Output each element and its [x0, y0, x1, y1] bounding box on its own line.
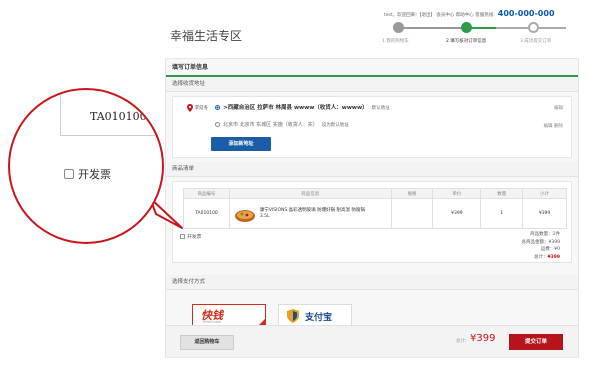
- col-subtotal: 小计: [522, 188, 567, 199]
- col-code: 商品编号: [183, 188, 230, 199]
- set-default-link[interactable]: 设为默认地址: [322, 123, 349, 128]
- magnifier-circle: TA010100 开发票: [8, 88, 164, 244]
- checkout-page: test，欢迎回来!【退出】 会员中心 帮助中心 客服热线: 400-000-00…: [0, 0, 590, 370]
- address-radio-1[interactable]: [215, 105, 221, 110]
- payment-box: 快钱 99bill.com 支付宝: [166, 290, 578, 330]
- 99bill-logo-sub: 99bill.com: [203, 320, 222, 324]
- pay-option-99bill[interactable]: 快钱 99bill.com: [192, 304, 266, 326]
- back-to-cart-button[interactable]: 返回购物车: [180, 335, 234, 350]
- summary-total-label: 总计：: [533, 254, 548, 260]
- goods-box: 商品编号 商品信息 规格 单价 数量 小计 TA010100 康宁VISIONS…: [172, 181, 572, 263]
- address-box: 李延冬 >西藏自治区 拉萨市 林周县 wwww（收货人：wwww） 默认地址 编辑 …: [172, 96, 572, 158]
- footer-total-label: 总计:: [456, 339, 467, 344]
- row-qty: 1: [480, 198, 524, 229]
- zoom-invoice-checkbox: [64, 169, 74, 179]
- add-address-button[interactable]: 添加新地址: [211, 137, 271, 151]
- default-address-label: 默认地址: [371, 106, 390, 111]
- address-section-title: 选择收货地址: [166, 77, 578, 92]
- hotline-number: 400-000-000: [497, 9, 555, 18]
- goods-table: 商品编号 商品信息 规格 单价 数量 小计 TA010100 康宁VISIONS…: [183, 188, 567, 229]
- order-panel: 填写订单信息 选择收货地址 李延冬 >西藏自治区 拉萨市 林周县 wwww（收货人…: [165, 58, 579, 358]
- row-product: 康宁VISIONS 晶彩透明玻璃 防爆好锅 耐高温 防腐锅 3.5L: [228, 198, 392, 229]
- address-option-2[interactable]: 北京市 北京市 东城区 实施（收货人：实） 设为默认地址: [187, 121, 349, 128]
- panel-heading: 填写订单信息: [166, 59, 578, 77]
- address-name: 李延冬: [194, 106, 209, 111]
- payment-section-title: 选择支付方式: [166, 275, 578, 290]
- top-links: test，欢迎回来!【退出】 会员中心 帮助中心 客服热线: 400-000-00…: [384, 9, 555, 18]
- location-pin-icon: [187, 103, 193, 112]
- edit-delete-links[interactable]: 编辑 删除: [544, 123, 563, 129]
- order-summary: 商品数量：1件 总商品金额：¥399 运费：¥0 总计：¥399: [522, 231, 560, 261]
- alipay-logo-text: 支付宝: [305, 313, 333, 323]
- address-option-1[interactable]: 李延冬 >西藏自治区 拉萨市 林周县 wwww（收货人：wwww） 默认地址: [187, 103, 390, 112]
- footer-total: ¥399: [470, 333, 496, 344]
- address-radio-2[interactable]: [215, 122, 220, 127]
- col-price: 单价: [432, 188, 482, 199]
- address-detail-1: >西藏自治区 拉萨市 林周县 wwww（收货人：wwww）: [223, 105, 368, 111]
- invoice-option[interactable]: 开发票: [180, 233, 201, 240]
- col-info: 商品信息: [228, 188, 392, 199]
- step-label-cart: 1.我的购物车: [382, 39, 409, 44]
- page-title: 幸福生活专区: [170, 29, 243, 43]
- alipay-shield-icon: [287, 309, 299, 323]
- summary-count: 商品数量：1件: [530, 232, 560, 237]
- step-label-done: 3.成功提交订单: [520, 39, 552, 44]
- row-spec: [390, 198, 434, 229]
- table-row: TA010100 康宁VISIONS 晶彩透明玻璃 防爆好锅 耐高温 防腐锅 3…: [183, 198, 567, 229]
- summary-shipping: 运费：¥0: [540, 247, 560, 252]
- pay-option-alipay[interactable]: 支付宝: [278, 304, 352, 326]
- zoom-invoice-label: 开发票: [78, 168, 111, 181]
- edit-address-link[interactable]: 编辑: [554, 105, 563, 111]
- step-connector: [398, 27, 468, 29]
- summary-amount: 总商品金额：¥399: [521, 239, 560, 245]
- row-price: ¥399: [432, 198, 482, 229]
- product-name[interactable]: 康宁VISIONS 晶彩透明玻璃 防爆好锅 耐高温 防腐锅 3.5L: [260, 208, 370, 220]
- goods-section-title: 商品清单: [166, 162, 578, 177]
- col-spec: 规格: [390, 188, 434, 199]
- product-thumbnail[interactable]: [233, 202, 256, 225]
- row-subtotal: ¥399: [522, 198, 567, 229]
- step-label-fill: 2.填写核对订单信息: [446, 39, 487, 44]
- row-code: TA010100: [183, 198, 230, 229]
- step-cart-icon: [393, 22, 404, 33]
- top-links-text[interactable]: test，欢迎回来!【退出】 会员中心 帮助中心 客服热线:: [384, 13, 495, 18]
- submit-order-button[interactable]: 提交订单: [509, 334, 563, 350]
- order-footer: 返回购物车 总计: ¥399 提交订单: [166, 325, 578, 357]
- address-detail-2: 北京市 北京市 东城区 实施（收货人：实）: [223, 122, 318, 128]
- summary-total: ¥399: [547, 254, 560, 260]
- invoice-checkbox[interactable]: [180, 234, 185, 239]
- step-done-icon: [528, 22, 539, 33]
- invoice-label: 开发票: [187, 235, 202, 240]
- step-fill-icon: [461, 22, 472, 33]
- zoom-product-code: TA010100: [90, 110, 147, 123]
- col-qty: 数量: [480, 188, 524, 199]
- checkout-steps: 1.我的购物车 2.填写核对订单信息 3.成功提交订单: [362, 21, 572, 49]
